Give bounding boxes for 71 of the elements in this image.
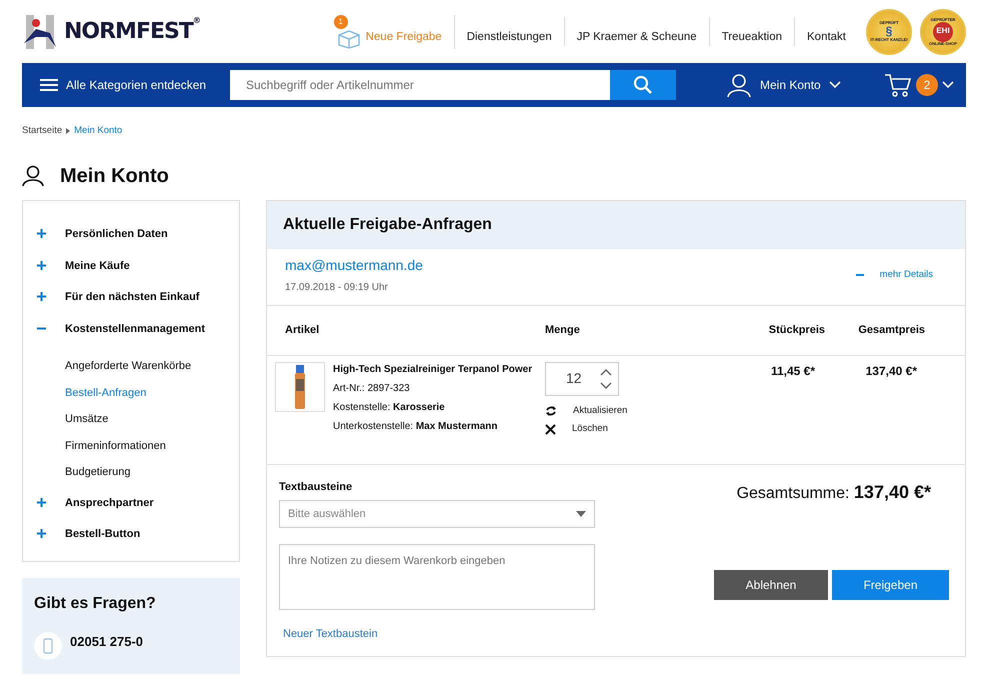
sidebar-subitem[interactable]: Bestell-Anfragen [23,380,239,406]
account-menu[interactable]: Mein Konto [726,72,841,98]
sidebar-subitem[interactable]: Budgetierung [23,459,239,486]
unit-price: 11,45 €* [770,362,815,380]
update-link[interactable]: Aktualisieren [545,404,695,418]
sidebar-item[interactable]: Meine Käufe [23,248,239,280]
refresh-icon [545,404,557,417]
email-link[interactable]: max@mustermann.de [285,257,423,274]
notification-badge: 1 [334,14,348,28]
logo-text[interactable]: NORMFEST® [64,15,200,48]
stepper-icon[interactable] [600,368,612,390]
top-nav-link[interactable]: Kontakt [795,16,858,46]
dropdown-caret-icon [576,510,586,517]
chevron-down-icon [828,81,841,89]
sidebar-item[interactable]: Persönlichen Daten [23,217,239,249]
cost-center: Kostenstelle: Karosserie [333,400,446,415]
plus-icon [37,260,46,270]
cart-count-badge: 2 [916,74,938,96]
reject-button[interactable]: Ablehnen [714,570,828,600]
quantity-field[interactable]: 12 [545,362,619,396]
approve-button[interactable]: Freigeben [832,570,949,600]
sidebar-item[interactable]: Bestell-Button [23,517,239,549]
chevron-right-icon [66,128,70,134]
categories-menu[interactable]: Alle Kategorien entdecken [22,76,230,94]
sidebar-subitem[interactable]: Firmeninformationen [23,432,239,460]
snippet-select[interactable]: Bitte auswählen [279,500,595,528]
sub-cost-center: Unterkostenstelle: Max Mustermann [333,420,499,434]
column-header: Artikel [285,323,320,338]
user-icon [726,72,752,98]
sidebar-subitem[interactable]: Angeforderte Warenkörbe [23,353,239,380]
snippets-label: Textbausteine [279,480,354,496]
top-nav-link[interactable]: JP Kraemer & Scheune [564,16,710,46]
breadcrumb-link[interactable]: Startseite [22,124,62,138]
search-field[interactable]: Suchbegriff oder Artikelnummer [230,70,610,100]
plus-icon [37,529,46,538]
seal-text: EHI [933,22,953,42]
help-title: Gibt es Fragen? [34,594,157,614]
column-header: Gesamtpreis [857,323,925,338]
close-icon [545,424,556,435]
plus-icon [37,498,46,507]
plus-icon [37,229,46,238]
search-button[interactable] [610,70,676,100]
phone-number: 02051 275-0 [70,632,144,651]
breadcrumb-link[interactable]: Mein Konto [74,124,122,138]
chevron-down-icon [942,81,954,89]
top-nav-link[interactable]: Treueaktion [710,16,795,46]
delete-link[interactable]: Löschen [545,422,695,436]
top-nav-link[interactable]: Dienstleistungen [454,16,565,46]
request-date: 17.09.2018 - 09:19 Uhr [285,281,389,296]
user-icon [22,165,44,188]
seal-text: § [886,24,892,38]
cart-icon [884,72,912,98]
page-title: Mein Konto [60,164,169,188]
search-icon [633,75,653,95]
product-name: High-Tech Spezialreiniger Terpanol Power [333,362,532,377]
sidebar-subitem[interactable]: Umsätze [23,406,239,433]
new-snippet-link[interactable]: Neuer Textbaustein [283,626,378,642]
total-price: 137,40 €* [864,362,917,380]
column-header: Menge [545,323,581,338]
panel-title: Aktuelle Freigabe-Anfragen [267,201,965,250]
details-toggle[interactable]: mehr Details [856,268,933,282]
article-number: Art-Nr.: 2897-323 [333,382,411,396]
notes-field[interactable]: Ihre Notizen zu diesem Warenkorb eingeben [279,544,595,610]
total-sum: Gesamtsumme: 137,40 €* [736,481,931,504]
sidebar-item[interactable]: Für den nächsten Einkauf [23,280,239,312]
sidebar-item[interactable]: Ansprechpartner [23,486,239,518]
phone-icon [34,632,62,660]
menu-icon [40,78,58,92]
plus-icon [37,292,46,302]
column-header: Stückpreis [768,323,825,338]
sidebar-item[interactable]: Kostenstellenmanagement [23,312,239,344]
